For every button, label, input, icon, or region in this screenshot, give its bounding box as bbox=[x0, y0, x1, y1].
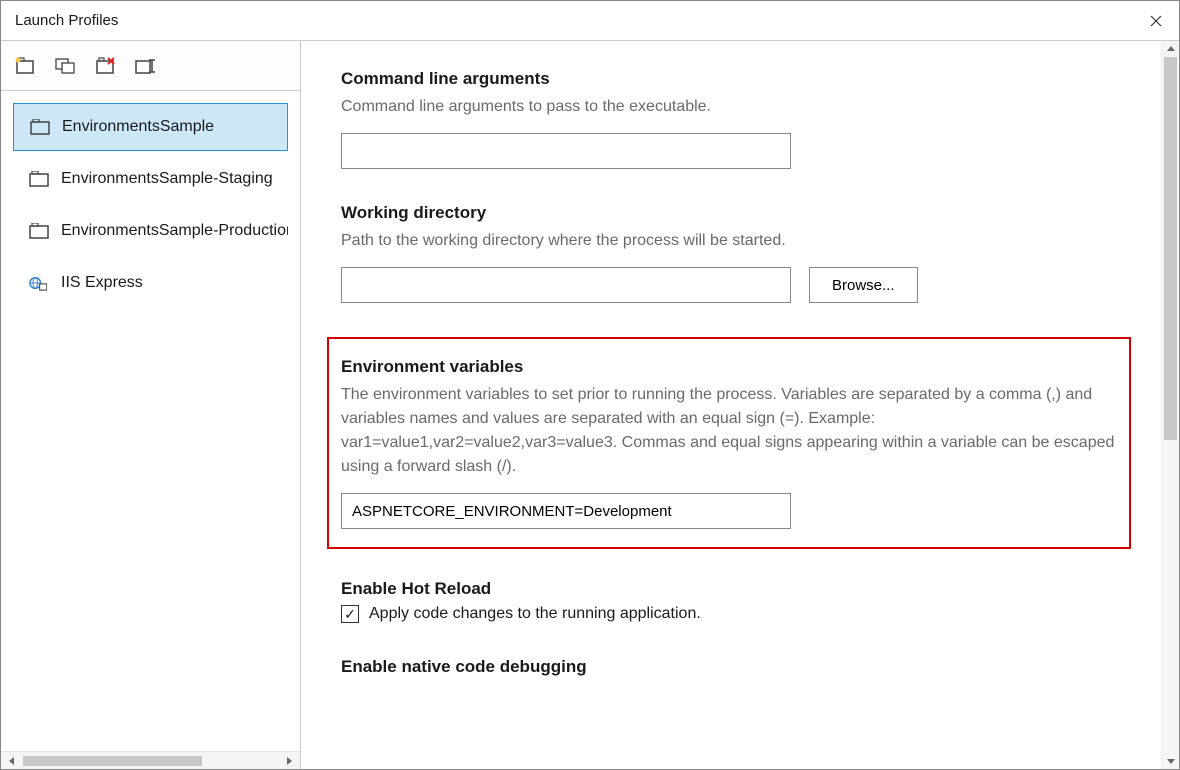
scrollbar-thumb[interactable] bbox=[23, 756, 202, 766]
section-title: Command line arguments bbox=[341, 69, 1121, 89]
profile-item-label: EnvironmentsSample-Staging bbox=[61, 170, 273, 188]
section-enable-native-code-debugging: Enable native code debugging bbox=[341, 657, 1121, 677]
section-title: Environment variables bbox=[341, 357, 1117, 377]
section-desc: The environment variables to set prior t… bbox=[341, 383, 1117, 479]
duplicate-profile-icon bbox=[55, 57, 77, 75]
environment-variables-input[interactable] bbox=[341, 493, 791, 529]
profile-item-environments-sample[interactable]: EnvironmentsSample bbox=[13, 103, 288, 151]
iis-express-icon bbox=[29, 275, 49, 291]
section-title: Enable Hot Reload bbox=[341, 579, 1121, 599]
scroll-right-arrow-icon[interactable] bbox=[282, 754, 296, 768]
delete-profile-button[interactable] bbox=[95, 57, 117, 75]
scroll-left-arrow-icon[interactable] bbox=[5, 754, 19, 768]
section-title: Working directory bbox=[341, 203, 1121, 223]
browse-button[interactable]: Browse... bbox=[809, 267, 918, 303]
profile-item-environments-sample-staging[interactable]: EnvironmentsSample-Staging bbox=[13, 155, 288, 203]
profile-item-label: EnvironmentsSample-Production bbox=[61, 222, 288, 240]
profile-item-label: IIS Express bbox=[61, 274, 143, 292]
section-title: Enable native code debugging bbox=[341, 657, 1121, 677]
section-working-directory: Working directory Path to the working di… bbox=[341, 203, 1121, 303]
scrollbar-thumb[interactable] bbox=[1164, 57, 1177, 440]
command-line-arguments-input[interactable] bbox=[341, 133, 791, 169]
working-directory-input[interactable] bbox=[341, 267, 791, 303]
project-icon bbox=[29, 171, 49, 187]
profiles-toolbar bbox=[1, 41, 300, 91]
rename-profile-button[interactable] bbox=[135, 57, 157, 75]
window-title: Launch Profiles bbox=[15, 12, 118, 29]
section-environment-variables: Environment variables The environment va… bbox=[327, 337, 1131, 549]
launch-profiles-dialog: Launch Profiles bbox=[0, 0, 1180, 770]
profile-item-iis-express[interactable]: IIS Express bbox=[13, 259, 288, 307]
scrollbar-track[interactable] bbox=[1162, 57, 1179, 753]
titlebar: Launch Profiles bbox=[1, 1, 1179, 41]
project-icon bbox=[29, 223, 49, 239]
scrollbar-track[interactable] bbox=[23, 756, 278, 766]
new-profile-icon bbox=[15, 57, 37, 75]
checkbox-label: Apply code changes to the running applic… bbox=[369, 605, 701, 623]
duplicate-profile-button[interactable] bbox=[55, 57, 77, 75]
profile-item-environments-sample-production[interactable]: EnvironmentsSample-Production bbox=[13, 207, 288, 255]
section-command-line-arguments: Command line arguments Command line argu… bbox=[341, 69, 1121, 169]
scroll-up-arrow-icon[interactable] bbox=[1162, 41, 1179, 57]
delete-profile-icon bbox=[95, 57, 117, 75]
settings-content: Command line arguments Command line argu… bbox=[301, 41, 1161, 769]
scroll-down-arrow-icon[interactable] bbox=[1162, 753, 1179, 769]
close-icon bbox=[1150, 15, 1162, 27]
profile-item-label: EnvironmentsSample bbox=[62, 118, 214, 136]
rename-profile-icon bbox=[135, 57, 157, 75]
sidebar-horizontal-scrollbar[interactable] bbox=[1, 751, 300, 769]
section-enable-hot-reload: Enable Hot Reload ✓ Apply code changes t… bbox=[341, 579, 1121, 623]
checkmark-icon: ✓ bbox=[344, 607, 356, 621]
hot-reload-checkbox[interactable]: ✓ bbox=[341, 605, 359, 623]
content-vertical-scrollbar[interactable] bbox=[1161, 41, 1179, 769]
section-desc: Command line arguments to pass to the ex… bbox=[341, 95, 1121, 119]
close-button[interactable] bbox=[1133, 1, 1179, 41]
profiles-sidebar: EnvironmentsSample EnvironmentsSample-St… bbox=[1, 41, 301, 769]
new-profile-button[interactable] bbox=[15, 57, 37, 75]
section-desc: Path to the working directory where the … bbox=[341, 229, 1121, 253]
project-icon bbox=[30, 119, 50, 135]
profile-list: EnvironmentsSample EnvironmentsSample-St… bbox=[1, 91, 300, 751]
